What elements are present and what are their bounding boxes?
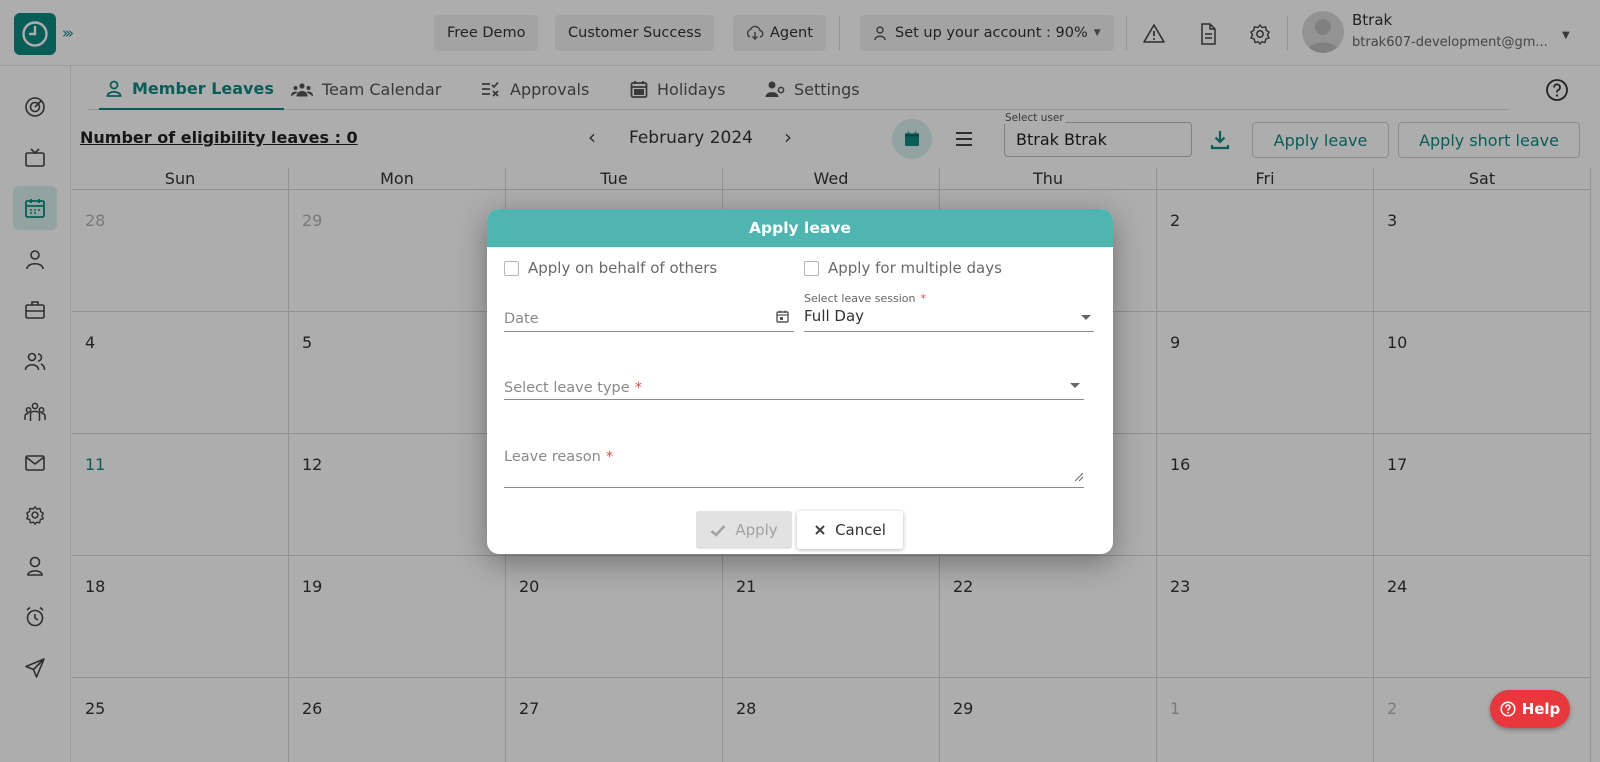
session-label-text: Select leave session [804,292,916,305]
required-mark: * [920,292,927,305]
required-mark: * [605,449,614,465]
leave-session-select[interactable]: Full Day [804,307,864,325]
cancel-label: Cancel [835,521,886,539]
apply-label: Apply [735,521,778,539]
required-mark: * [634,380,642,396]
leave-reason-underline [504,487,1084,488]
resize-handle-icon[interactable] [1074,472,1084,482]
check-icon [710,524,726,537]
cancel-button[interactable]: Cancel [797,511,903,549]
leave-reason-textarea[interactable]: Leave reason * [504,449,613,465]
apply-leave-dialog: Apply leave Apply on behalf of others Ap… [487,209,1113,554]
leave-type-underline [504,399,1084,400]
dialog-title: Apply leave [487,209,1113,247]
close-icon [815,525,825,535]
apply-multiple-days-checkbox[interactable]: Apply for multiple days [804,259,1002,277]
apply-button[interactable]: Apply [696,511,792,549]
leave-type-label: Select leave type [504,380,630,396]
session-underline [804,331,1094,332]
leave-type-select[interactable]: Select leave type * [504,380,642,396]
help-button[interactable]: Help [1490,690,1570,728]
date-field[interactable]: Date [504,311,539,327]
chevron-down-icon[interactable] [1070,383,1080,388]
date-picker-icon[interactable] [776,310,789,323]
leave-reason-label: Leave reason [504,449,601,465]
session-label: Select leave session * [804,292,926,305]
checkbox-box[interactable] [804,260,819,276]
checkbox-label: Apply for multiple days [828,259,1002,277]
help-label: Help [1521,700,1561,718]
chevron-down-icon[interactable] [1081,315,1091,320]
checkbox-label: Apply on behalf of others [528,259,718,277]
date-underline [504,331,794,332]
apply-on-behalf-checkbox[interactable]: Apply on behalf of others [504,259,717,277]
checkbox-box[interactable] [504,260,519,276]
help-circle-icon [1500,701,1516,717]
